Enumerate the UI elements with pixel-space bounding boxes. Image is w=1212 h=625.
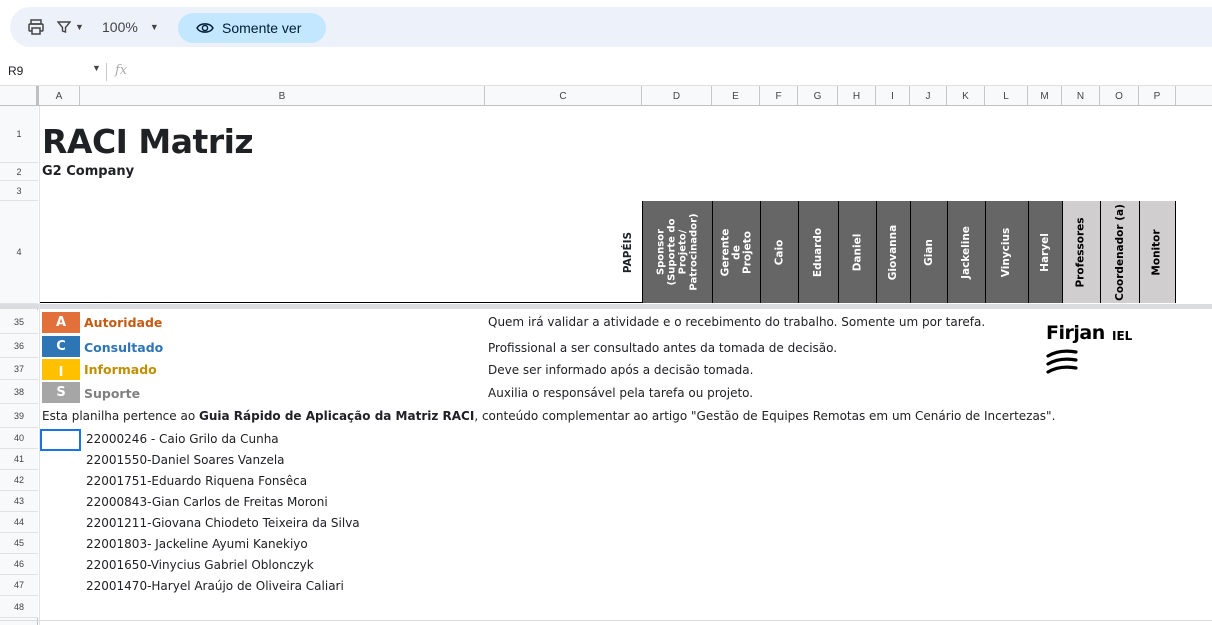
legend-description: Quem irá validar a atividade e o recebim…: [488, 315, 986, 329]
row-header[interactable]: 48: [0, 596, 38, 618]
row-header[interactable]: 40: [0, 428, 38, 449]
column-header-h[interactable]: H: [838, 86, 876, 106]
zoom-select[interactable]: 100% ▼: [102, 14, 159, 40]
row-header[interactable]: 38: [0, 380, 38, 404]
role-header-gian[interactable]: Gian: [910, 201, 947, 303]
member-row: 22001650-Vinycius Gabriel Oblonczyk: [86, 558, 314, 572]
row-header[interactable]: 37: [0, 358, 38, 380]
chevron-down-icon[interactable]: ▼: [92, 63, 101, 73]
row-header[interactable]: 45: [0, 533, 38, 554]
gridline: [39, 106, 40, 625]
company-name: G2 Company: [42, 164, 135, 179]
eye-icon: [196, 23, 214, 33]
legend-label-consultado: Consultado: [84, 340, 164, 355]
member-row: 22000843-Gian Carlos de Freitas Moroni: [86, 495, 328, 509]
legend-description: Profissional a ser consultado antes da t…: [488, 341, 838, 355]
row-header[interactable]: 3: [0, 181, 38, 201]
logo-text: Firjan: [1046, 322, 1105, 344]
role-header-giovanna[interactable]: Giovanna: [876, 201, 910, 303]
legend-letter-i: I: [42, 359, 80, 380]
column-header-i[interactable]: I: [876, 86, 910, 106]
row-header[interactable]: 1: [0, 106, 38, 163]
member-row: 22001550-Daniel Soares Vanzela: [86, 453, 285, 467]
bottom-border: [0, 620, 1212, 621]
filter-button[interactable]: ▼: [57, 14, 84, 40]
column-header-d[interactable]: D: [642, 86, 712, 106]
row-header[interactable]: 46: [0, 554, 38, 575]
column-header-f[interactable]: F: [760, 86, 798, 106]
legend-label-autoridade: Autoridade: [84, 315, 163, 330]
row-header[interactable]: 42: [0, 470, 38, 491]
member-row: 22001803- Jackeline Ayumi Kanekiyo: [86, 537, 308, 551]
logo-waves-icon: [1046, 349, 1078, 374]
role-header-gerente[interactable]: Gerente de Projeto: [712, 201, 760, 303]
view-only-label: Somente ver: [222, 20, 302, 36]
papeis-label: PAPÉIS: [622, 231, 635, 273]
row-header[interactable]: 36: [0, 334, 38, 358]
legend-label-informado: Informado: [84, 362, 157, 377]
column-header-b[interactable]: B: [80, 86, 485, 106]
role-header-daniel[interactable]: Daniel: [838, 201, 876, 303]
legend-letter-c: C: [42, 336, 80, 357]
logo-subtext: IEL: [1112, 329, 1133, 343]
formula-bar: R9 ▼ fx: [0, 58, 1212, 86]
selected-cell[interactable]: [40, 429, 81, 451]
row-header[interactable]: 39: [0, 404, 38, 428]
legend-description: Auxilia o responsável pela tarefa ou pro…: [488, 386, 754, 400]
row-header[interactable]: 2: [0, 163, 38, 181]
role-header-jackeline[interactable]: Jackeline: [947, 201, 985, 303]
select-all-corner[interactable]: [0, 86, 39, 106]
role-header-haryel[interactable]: Haryel: [1028, 201, 1062, 303]
member-row: 22001211-Giovana Chiodeto Teixeira da Si…: [86, 516, 360, 530]
column-header-k[interactable]: K: [947, 86, 985, 106]
view-only-button[interactable]: Somente ver: [178, 13, 326, 43]
toolbar: ▼ 100% ▼ Somente ver: [0, 0, 1212, 56]
print-icon[interactable]: [27, 14, 45, 40]
chevron-down-icon: ▼: [75, 22, 84, 32]
column-header-a[interactable]: A: [39, 86, 80, 106]
column-header-o[interactable]: O: [1100, 86, 1139, 106]
row-header[interactable]: 43: [0, 491, 38, 512]
column-header-p[interactable]: P: [1139, 86, 1176, 106]
member-row: 22001751-Eduardo Riquena Fonsêca: [86, 474, 308, 488]
role-header-monitor[interactable]: Monitor: [1139, 201, 1176, 303]
column-header-n[interactable]: N: [1062, 86, 1100, 106]
column-header-l[interactable]: L: [985, 86, 1028, 106]
role-header-caio[interactable]: Caio: [760, 201, 798, 303]
page-title: RACI Matriz: [42, 122, 254, 161]
frozen-rows-divider[interactable]: [0, 304, 1212, 309]
column-headers: A B C D E F G H I J K L M N O P: [0, 86, 1212, 106]
zoom-value: 100%: [102, 19, 138, 35]
role-header-sponsor[interactable]: Sponsor (Suporte do Projeto/ Patrocinado…: [642, 201, 712, 303]
legend-letter-s: S: [42, 382, 80, 403]
legend-letter-a: A: [42, 312, 80, 333]
legend-description: Deve ser informado após a decisão tomada…: [488, 363, 754, 377]
divider: [106, 63, 107, 81]
role-header-eduardo[interactable]: Eduardo: [798, 201, 838, 303]
filter-icon: [57, 21, 71, 33]
formula-input[interactable]: [140, 62, 1200, 82]
column-header-j[interactable]: J: [910, 86, 947, 106]
fx-icon: fx: [115, 63, 128, 78]
info-note: Esta planilha pertence ao Guia Rápido de…: [42, 409, 1056, 423]
row-header[interactable]: 47: [0, 575, 38, 596]
role-header-professores[interactable]: Professores: [1062, 201, 1100, 303]
column-header-g[interactable]: G: [798, 86, 838, 106]
column-header-e[interactable]: E: [712, 86, 760, 106]
member-row: 22001470-Haryel Araújo de Oliveira Calia…: [86, 579, 344, 593]
firjan-iel-logo: Firjan IEL: [1046, 322, 1146, 382]
row-header[interactable]: 35: [0, 310, 38, 334]
legend-label-suporte: Suporte: [84, 386, 141, 401]
row-header[interactable]: 44: [0, 512, 38, 533]
member-row: 22000246 - Caio Grilo da Cunha: [86, 432, 279, 446]
role-header-coordenador[interactable]: Coordenador (a): [1100, 201, 1139, 303]
role-header-vinycius[interactable]: Vinycius: [985, 201, 1028, 303]
name-box[interactable]: R9: [8, 64, 23, 78]
row-header[interactable]: 4: [0, 201, 38, 304]
column-header-c[interactable]: C: [485, 86, 642, 106]
chevron-down-icon: ▼: [149, 22, 159, 32]
row-header[interactable]: 41: [0, 449, 38, 470]
column-header-m[interactable]: M: [1028, 86, 1062, 106]
